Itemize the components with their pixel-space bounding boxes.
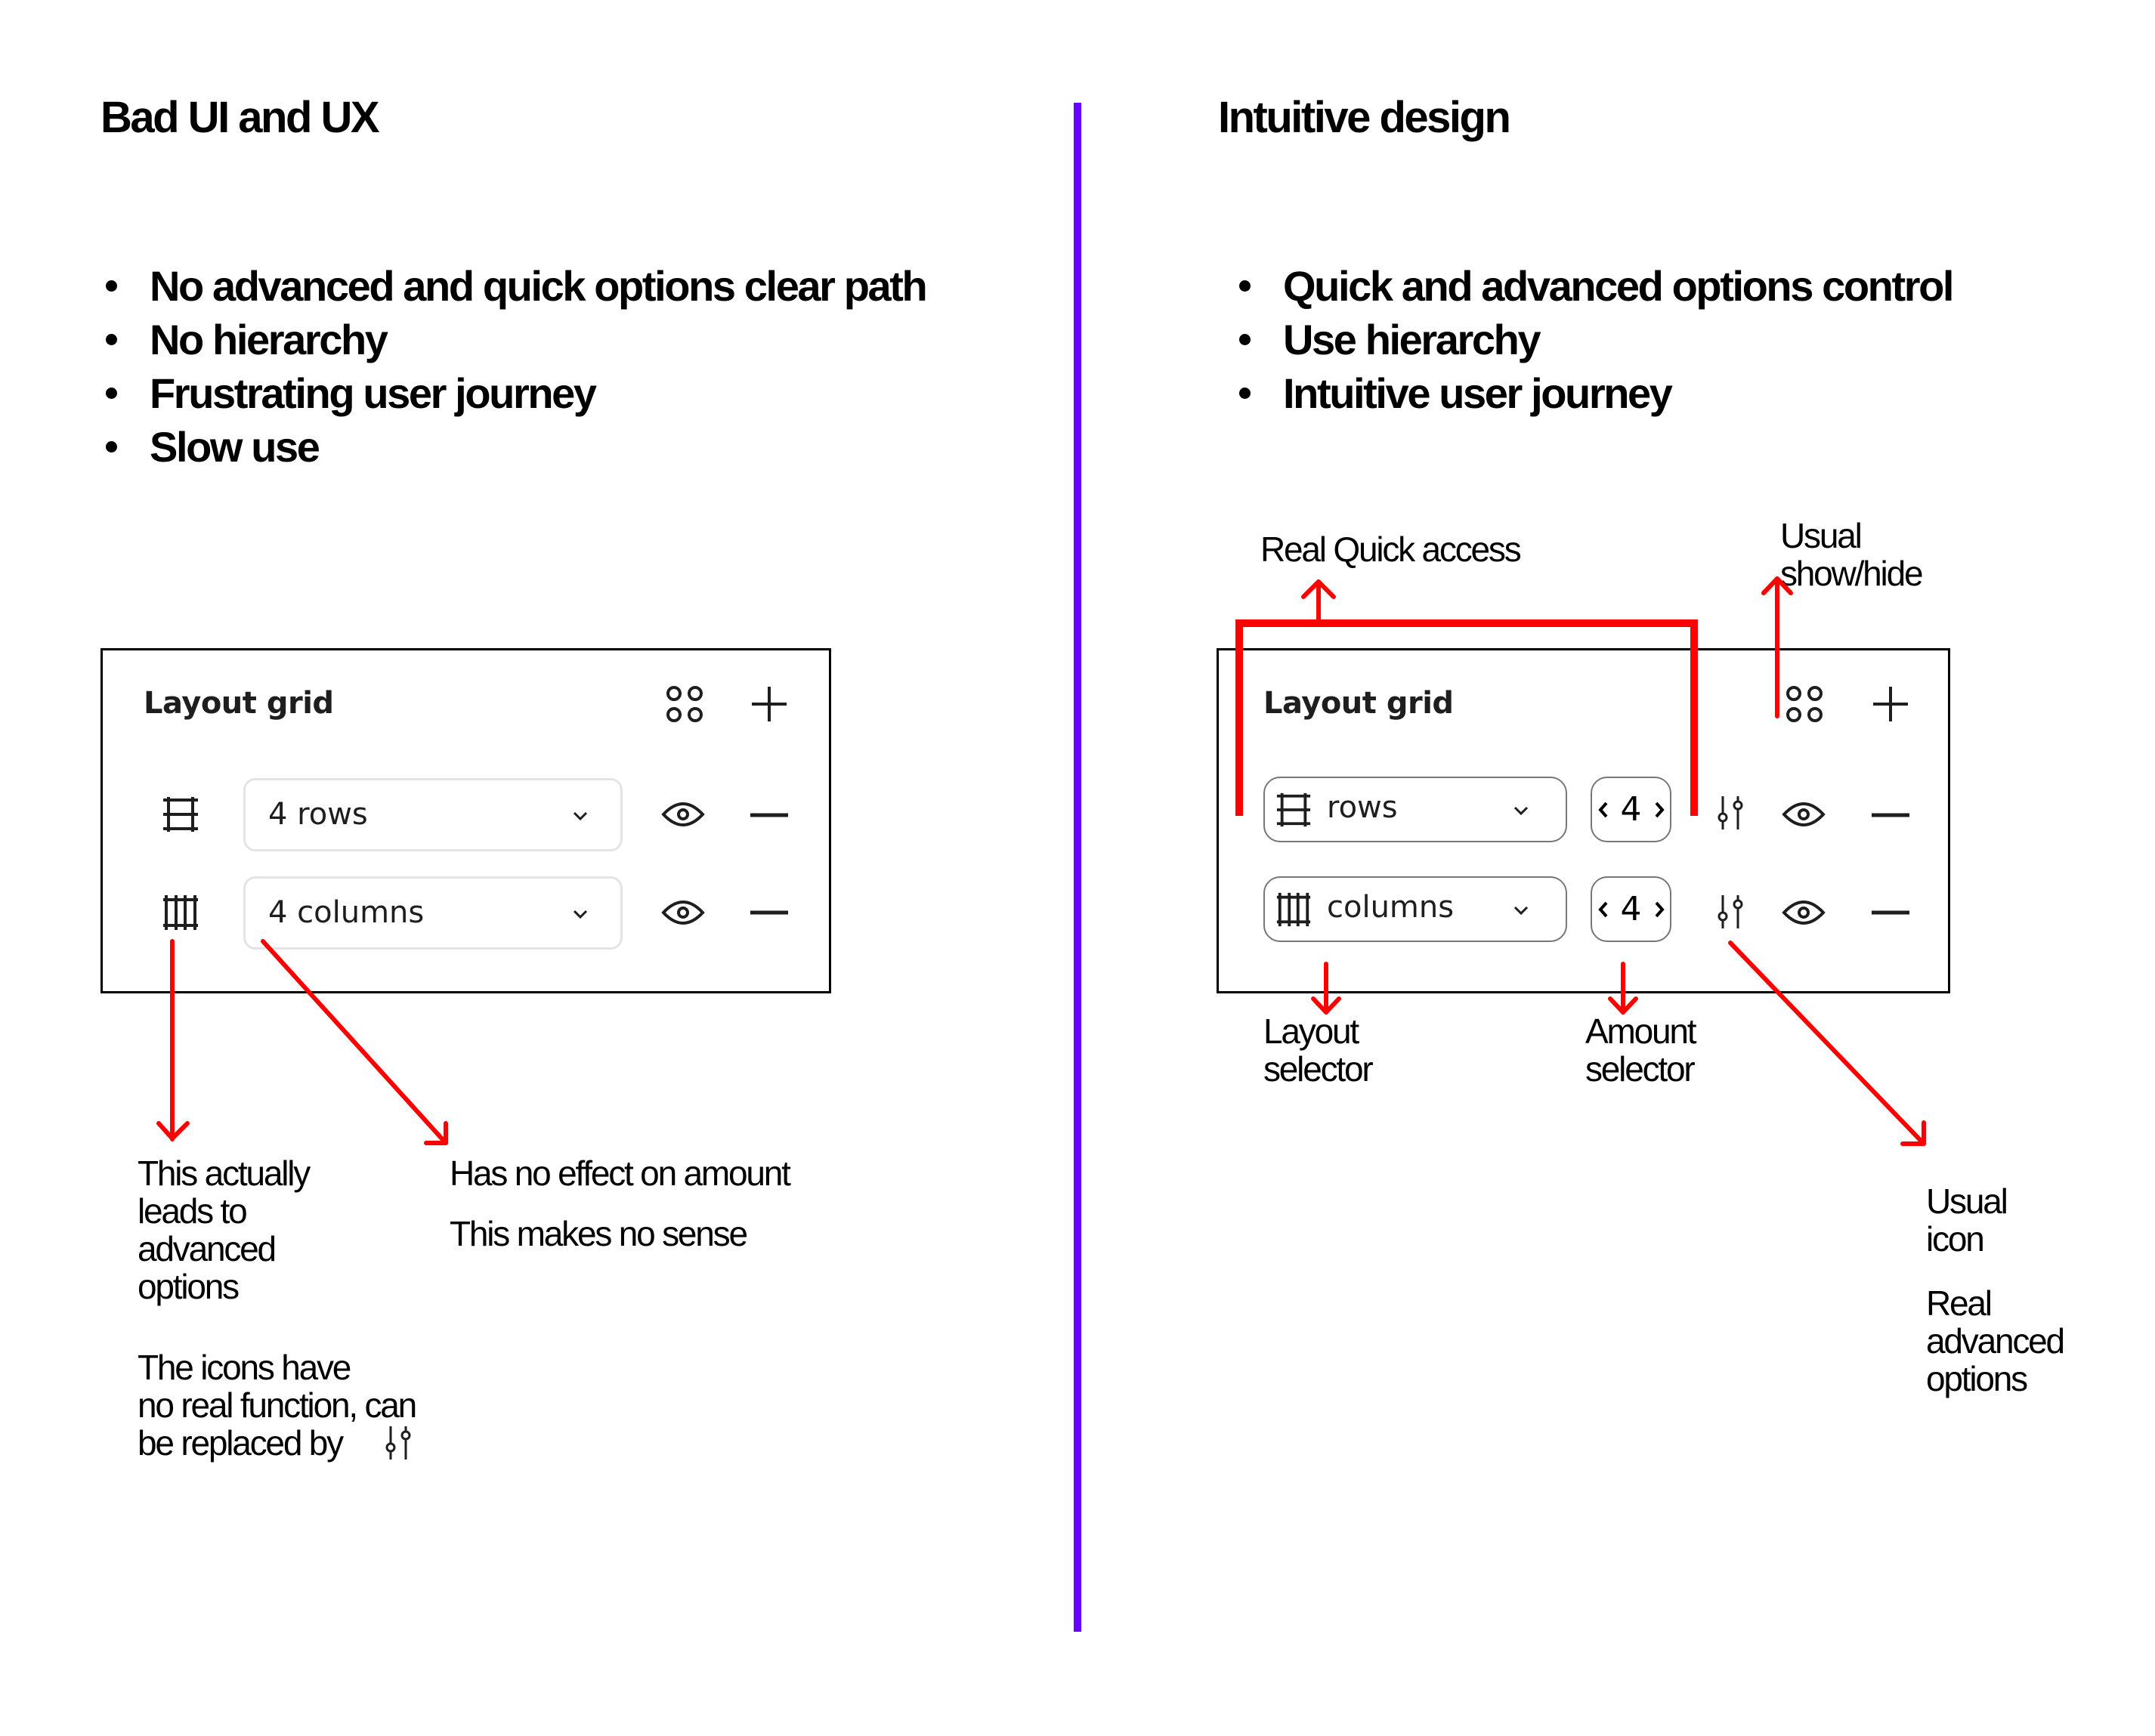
layout-type-value: rows	[1327, 790, 1398, 825]
chevron-right-icon[interactable]	[1654, 801, 1665, 819]
chevron-down-icon	[1513, 805, 1529, 816]
note-line: options	[1926, 1359, 2028, 1398]
layout-type-dropdown-rows[interactable]: rows	[1263, 777, 1567, 842]
bullet-item: Frustrating user journey	[106, 366, 926, 420]
rows-amount-stepper[interactable]: 4	[1591, 777, 1671, 842]
bullet-item: Slow use	[106, 420, 926, 474]
note-line: The icons have	[138, 1348, 351, 1387]
note-line: icon	[1926, 1219, 1985, 1259]
rows-dropdown-value: 4 rows	[268, 797, 368, 832]
bullet-text: Frustrating user journey	[150, 369, 597, 417]
plus-icon[interactable]	[1872, 685, 1909, 723]
no-effect-on-amount-note: Has no effect on amount	[450, 1154, 791, 1193]
minus-icon[interactable]	[1872, 813, 1909, 817]
minus-icon[interactable]	[750, 813, 788, 817]
note-line: options	[138, 1267, 240, 1306]
columns-grid-icon	[1275, 891, 1312, 928]
columns-grid-icon[interactable]	[162, 894, 199, 931]
layout-selector-note: Layout selector	[1263, 1012, 1374, 1089]
plus-icon[interactable]	[750, 685, 788, 723]
rows-grid-icon	[1275, 792, 1312, 828]
note-line: Real	[1926, 1283, 1993, 1323]
bullet-dot	[1239, 334, 1251, 345]
note-line: Amount	[1585, 1012, 1697, 1051]
bullet-text: No hierarchy	[150, 316, 388, 363]
intuitive-design-title: Intuitive design	[1218, 93, 1511, 142]
bad-ui-title: Bad UI and UX	[100, 93, 380, 142]
usual-show-hide-note: Usual show/hide	[1780, 516, 1924, 593]
bullet-dot	[1239, 388, 1251, 399]
usual-icon-note: Usual icon	[1926, 1182, 2008, 1259]
note-line: advanced	[138, 1229, 277, 1268]
note-line: selector	[1263, 1049, 1374, 1089]
note-line: advanced	[1926, 1321, 2065, 1361]
minus-icon[interactable]	[1872, 910, 1909, 915]
chevron-right-icon[interactable]	[1654, 900, 1665, 919]
grid-styles-icon[interactable]	[1785, 684, 1824, 724]
bad-ui-bullet-list: No advanced and quick options clear path…	[106, 259, 928, 474]
amount-selector-note: Amount selector	[1585, 1012, 1697, 1089]
eye-icon[interactable]	[1782, 799, 1826, 829]
icon-leads-to-advanced-note: This actually leads to advanced options	[138, 1154, 311, 1306]
layout-type-dropdown-columns[interactable]: columns	[1263, 876, 1567, 942]
bullet-item: No hierarchy	[106, 313, 926, 366]
note-line: Layout	[1263, 1012, 1359, 1051]
layout-type-value: columns	[1327, 890, 1455, 925]
bullet-text: Intuitive user journey	[1283, 369, 1673, 417]
bullet-text: No advanced and quick options clear path	[150, 262, 928, 310]
grid-styles-icon[interactable]	[665, 684, 704, 724]
eye-icon[interactable]	[1782, 897, 1826, 928]
note-line: show/hide	[1780, 554, 1924, 593]
note-line: no real function, can	[138, 1385, 417, 1425]
good-panel-title: Layout grid	[1263, 686, 1454, 721]
bad-panel-title: Layout grid	[144, 686, 334, 721]
eye-icon[interactable]	[661, 897, 705, 928]
rows-grid-icon[interactable]	[162, 795, 199, 833]
note-line: Usual	[1780, 516, 1863, 555]
bullet-item: Use hierarchy	[1239, 313, 1952, 366]
makes-no-sense-note: This makes no sense	[450, 1214, 748, 1253]
sliders-icon[interactable]	[1714, 894, 1747, 930]
chevron-down-icon	[572, 811, 589, 821]
icons-replace-note: The icons have no real function, can be …	[138, 1348, 417, 1463]
bullet-dot	[106, 334, 117, 345]
sliders-icon	[383, 1425, 413, 1461]
chevron-down-icon	[572, 909, 589, 919]
note-line: be replaced by	[138, 1423, 344, 1463]
bullet-dot	[1239, 280, 1251, 292]
sliders-icon[interactable]	[1714, 795, 1747, 831]
bullet-text: Quick and advanced options control	[1283, 262, 1955, 310]
columns-amount-stepper[interactable]: 4	[1591, 876, 1671, 942]
bullet-dot	[106, 280, 117, 292]
bullet-dot	[106, 388, 117, 399]
note-line: This actually	[138, 1154, 311, 1193]
eye-icon[interactable]	[661, 799, 705, 829]
bullet-item: No advanced and quick options clear path	[106, 259, 928, 313]
note-line: Usual	[1926, 1182, 2008, 1221]
bullet-item: Intuitive user journey	[1239, 366, 1952, 420]
arrow-quick-access-up	[1301, 579, 1336, 623]
note-line: leads to	[138, 1191, 248, 1231]
real-quick-access-note: Real Quick access	[1260, 530, 1522, 569]
real-advanced-options-note: Real advanced options	[1926, 1283, 2065, 1398]
intuitive-bullet-list: Quick and advanced options control Use h…	[1239, 259, 1955, 420]
bullet-text: Slow use	[150, 423, 320, 471]
minus-icon[interactable]	[750, 910, 788, 915]
columns-dropdown[interactable]: 4 columns	[243, 876, 623, 950]
bullet-dot	[106, 441, 117, 453]
columns-dropdown-value: 4 columns	[268, 895, 425, 930]
rows-dropdown[interactable]: 4 rows	[243, 778, 623, 851]
bullet-text: Use hierarchy	[1283, 316, 1541, 363]
chevron-down-icon	[1513, 905, 1529, 916]
column-divider	[1074, 103, 1081, 1632]
bullet-item: Quick and advanced options control	[1239, 259, 1955, 313]
note-line: selector	[1585, 1049, 1696, 1089]
